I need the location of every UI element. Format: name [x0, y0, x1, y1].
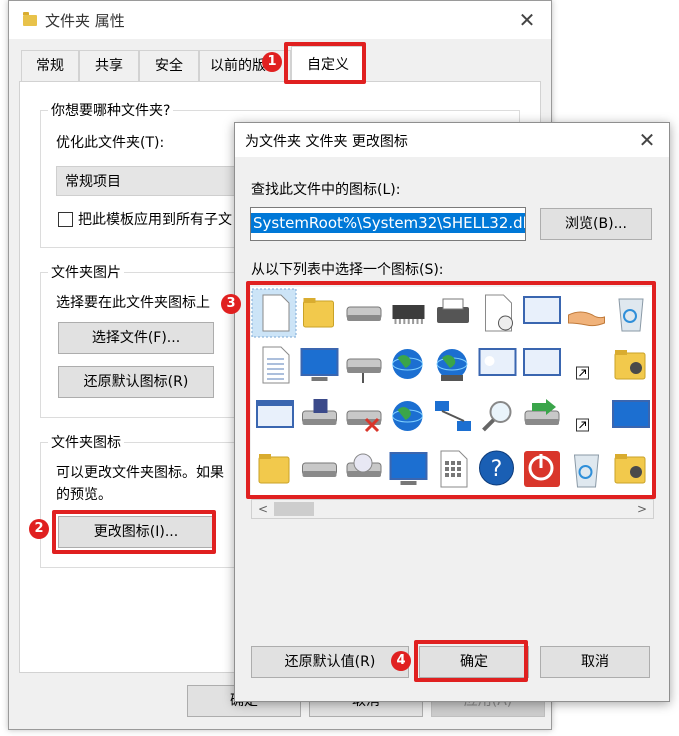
- icon-path-value: SystemRoot%\System32\SHELL32.dll: [251, 213, 525, 233]
- icon-path-input[interactable]: SystemRoot%\System32\SHELL32.dll: [250, 207, 526, 241]
- dialog-title: 为文件夹 文件夹 更改图标: [245, 134, 408, 150]
- close-icon[interactable]: ✕: [637, 130, 657, 150]
- step-badge-1: 1: [262, 52, 282, 72]
- window-title: 文件夹 属性: [45, 12, 125, 30]
- optimize-combo[interactable]: 常规项目: [56, 166, 256, 196]
- tab-security[interactable]: 安全: [139, 50, 199, 81]
- title-bar: 为文件夹 文件夹 更改图标 ✕: [235, 123, 669, 157]
- restore-defaults-button[interactable]: 还原默认值(R): [251, 646, 409, 678]
- tab-general[interactable]: 常规: [21, 50, 79, 81]
- apply-template-checkbox[interactable]: [58, 212, 73, 227]
- optimize-label: 优化此文件夹(T):: [56, 135, 165, 151]
- folder-icon: [23, 12, 37, 26]
- choose-file-button[interactable]: 选择文件(F)...: [58, 322, 214, 354]
- folder-icon-desc-line1: 可以更改文件夹图标。如果: [56, 465, 224, 481]
- group-title: 文件夹图片: [48, 262, 124, 282]
- highlight-box-icon-list: [246, 281, 656, 499]
- close-icon[interactable]: ✕: [517, 10, 537, 30]
- highlight-box-change-icon: [52, 510, 216, 554]
- scroll-left-icon[interactable]: <: [254, 500, 272, 518]
- find-icon-label: 查找此文件中的图标(L):: [251, 182, 401, 198]
- step-badge-2: 2: [29, 519, 49, 539]
- step-badge-4: 4: [391, 651, 411, 671]
- browse-button[interactable]: 浏览(B)...: [540, 208, 652, 240]
- folder-picture-desc: 选择要在此文件夹图标上: [56, 295, 210, 311]
- tab-sharing[interactable]: 共享: [79, 50, 139, 81]
- horizontal-scrollbar[interactable]: < >: [251, 499, 654, 519]
- cancel-button[interactable]: 取消: [540, 646, 650, 678]
- group-title: 你想要哪种文件夹?: [48, 100, 174, 120]
- restore-default-icon-button[interactable]: 还原默认图标(R): [58, 366, 214, 398]
- highlight-box-ok: [414, 640, 528, 682]
- scroll-thumb[interactable]: [274, 502, 314, 516]
- folder-icon-desc-line2: 的预览。: [56, 487, 112, 503]
- apply-template-label: 把此模板应用到所有子文: [78, 212, 232, 228]
- group-title: 文件夹图标: [48, 432, 124, 452]
- icon-list-label: 从以下列表中选择一个图标(S):: [251, 262, 444, 278]
- title-bar: 文件夹 属性 ✕: [9, 1, 551, 39]
- highlight-box-customize-tab: [284, 42, 366, 84]
- step-badge-3: 3: [221, 294, 241, 314]
- scroll-right-icon[interactable]: >: [633, 500, 651, 518]
